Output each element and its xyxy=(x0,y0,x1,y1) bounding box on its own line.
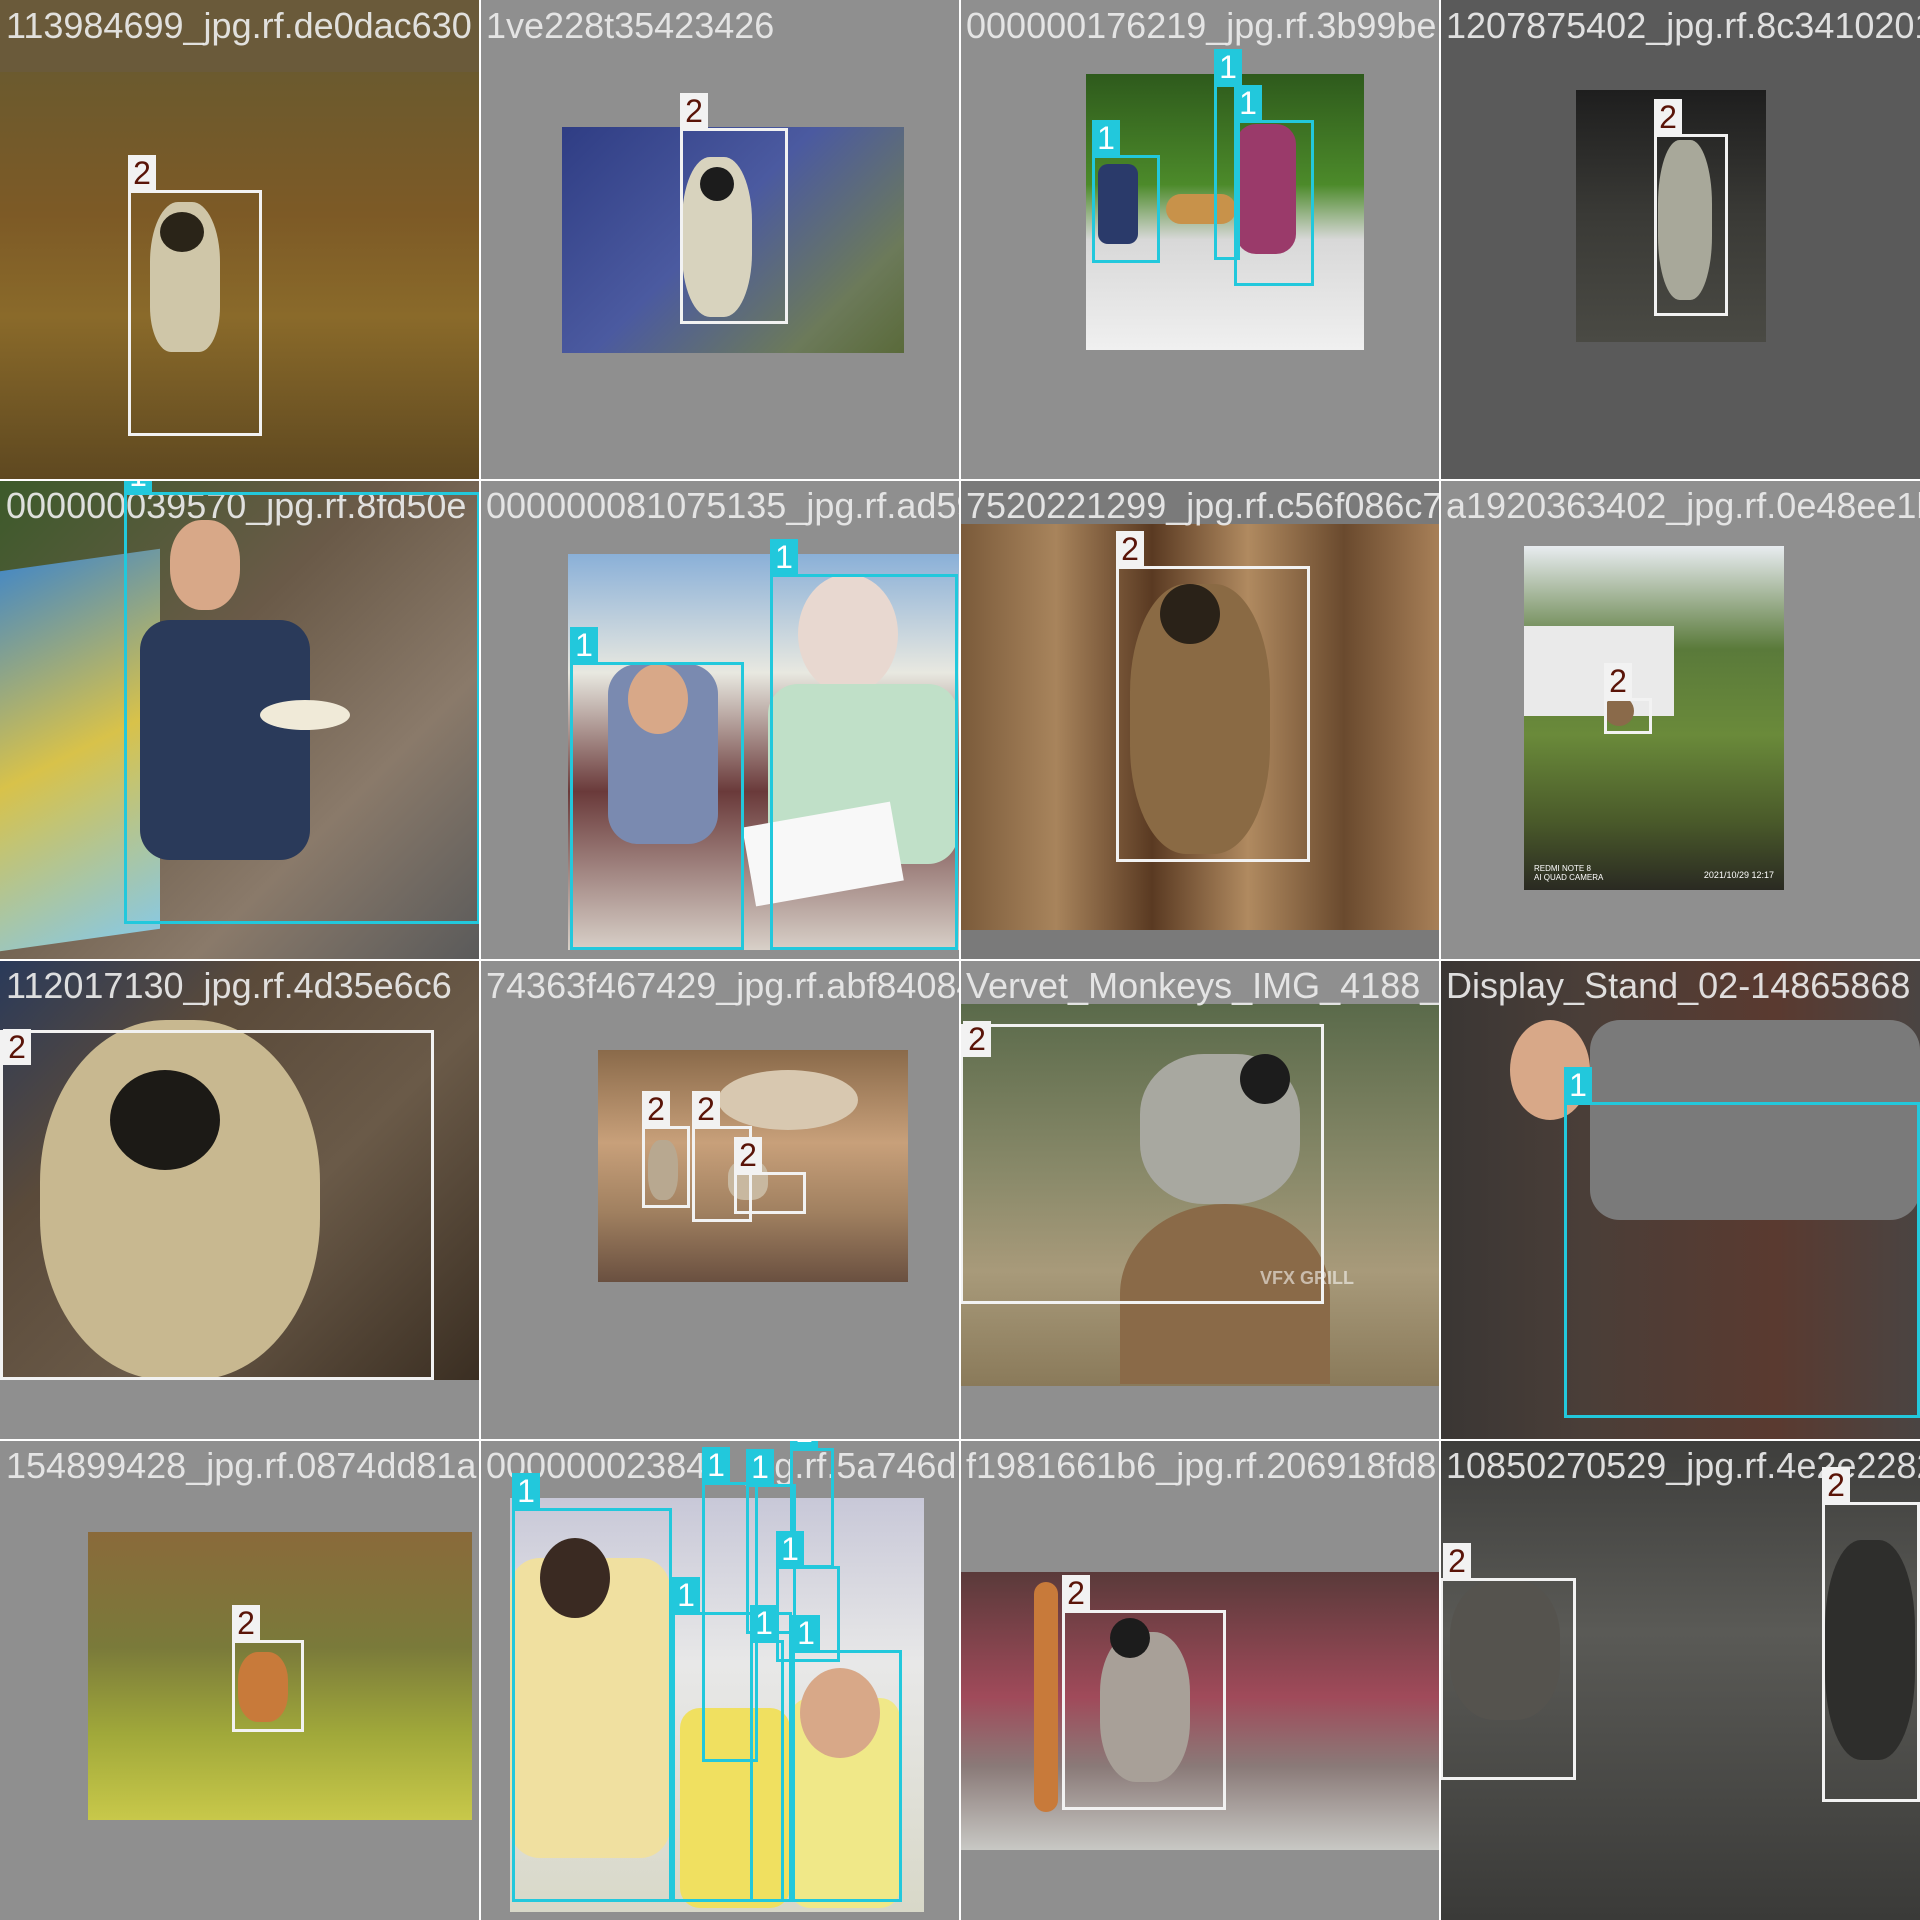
bbox-monkey[interactable]: 2 xyxy=(128,155,262,436)
bbox-monkey[interactable]: 2 xyxy=(232,1605,304,1732)
bbox-monkey[interactable]: 2 xyxy=(960,1021,1324,1304)
tile-154899428[interactable]: 154899428_jpg.rf.0874dd81a 2 xyxy=(0,1440,480,1920)
bbox-monkey[interactable]: 2 xyxy=(734,1137,806,1214)
bbox-label: 2 xyxy=(734,1137,762,1173)
bbox-label: 2 xyxy=(232,1605,260,1641)
bbox-person[interactable]: 1 xyxy=(124,480,480,924)
tile-filename: 000000176219_jpg.rf.3b99be xyxy=(966,5,1437,46)
image-mosaic: 113984699_jpg.rf.de0dac630 2 1ve228t3542… xyxy=(0,0,1920,1920)
bbox-label: 1 xyxy=(776,1531,804,1567)
tile-000000081075135[interactable]: 000000081075135_jpg.rf.ad597 1 1 xyxy=(480,480,960,960)
tile-a1920363402[interactable]: REDMI NOTE 8 AI QUAD CAMERA 2021/10/29 1… xyxy=(1440,480,1920,960)
tile-1207875402[interactable]: 1207875402_jpg.rf.8c3410201 2 xyxy=(1440,0,1920,480)
tile-filename: 74363f467429_jpg.rf.abf84084 xyxy=(486,965,960,1006)
tile-74363f467429[interactable]: 74363f467429_jpg.rf.abf84084 2 2 2 xyxy=(480,960,960,1440)
tile-filename: Display_Stand_02-14865868 xyxy=(1446,965,1911,1006)
bbox-person[interactable]: 1 xyxy=(1564,1067,1920,1418)
bbox-label: 1 xyxy=(1234,85,1262,121)
bbox-label: 1 xyxy=(1564,1067,1592,1103)
tile-filename: 154899428_jpg.rf.0874dd81a xyxy=(6,1445,477,1486)
tile-filename: 1ve228t35423426 xyxy=(486,5,775,46)
camera-model-text: REDMI NOTE 8 xyxy=(1534,864,1591,873)
bbox-label: 2 xyxy=(963,1021,991,1057)
tile-f1981661b6[interactable]: f1981661b6_jpg.rf.206918fd8 2 xyxy=(960,1440,1440,1920)
tile-10850270529[interactable]: 10850270529_jpg.rf.4e2e2282 2 2 xyxy=(1440,1440,1920,1920)
bbox-monkey[interactable]: 2 xyxy=(1116,531,1310,862)
bbox-monkey[interactable]: 2 xyxy=(1822,1467,1920,1802)
tile-filename: Vervet_Monkeys_IMG_4188_JPG xyxy=(966,965,1440,1006)
bbox-label: 2 xyxy=(1654,99,1682,135)
bbox-label: 1 xyxy=(702,1447,730,1483)
grid-divider xyxy=(0,479,1920,481)
tile-filename: 000000081075135_jpg.rf.ad597 xyxy=(486,485,960,526)
bbox-label: 1 xyxy=(770,539,798,575)
bbox-label: 2 xyxy=(3,1029,31,1065)
camera-watermark: REDMI NOTE 8 AI QUAD CAMERA xyxy=(1534,864,1603,882)
bbox-monkey[interactable]: 2 xyxy=(1654,99,1728,316)
tile-filename: 1207875402_jpg.rf.8c3410201 xyxy=(1446,5,1920,46)
bbox-label: 1 xyxy=(1092,120,1120,156)
bbox-label: 1 xyxy=(570,627,598,663)
tile-7520221299[interactable]: 7520221299_jpg.rf.c56f086c7 2 xyxy=(960,480,1440,960)
bbox-person[interactable]: 1 xyxy=(1092,120,1160,263)
bbox-person[interactable]: 1 xyxy=(792,1615,902,1902)
photo-timestamp: 2021/10/29 12:17 xyxy=(1703,870,1774,880)
bbox-person[interactable]: 1 xyxy=(512,1473,672,1902)
camera-sub-text: AI QUAD CAMERA xyxy=(1534,873,1604,882)
grid-divider xyxy=(0,959,1920,961)
tile-000000023844[interactable]: 000000023844_jpg.rf.5a746d 1 1 1 1 1 1 1… xyxy=(480,1440,960,1920)
bbox-monkey[interactable]: 2 xyxy=(1062,1575,1226,1810)
bbox-monkey[interactable]: 2 xyxy=(1440,1543,1576,1780)
bbox-label: 2 xyxy=(1822,1467,1850,1503)
bbox-label: 1 xyxy=(124,480,152,493)
bbox-monkey[interactable]: 2 xyxy=(1604,663,1652,734)
bbox-label: 2 xyxy=(1604,663,1632,699)
tile-1ve228t[interactable]: 1ve228t35423426 2 xyxy=(480,0,960,480)
bbox-label: 1 xyxy=(750,1605,778,1641)
grid-divider xyxy=(0,1439,1920,1441)
bbox-label: 2 xyxy=(1116,531,1144,567)
tile-112017130[interactable]: 112017130_jpg.rf.4d35e6c6 2 xyxy=(0,960,480,1440)
bbox-label: 2 xyxy=(128,155,156,191)
tile-113984699[interactable]: 113984699_jpg.rf.de0dac630 2 xyxy=(0,0,480,480)
bbox-label: 1 xyxy=(672,1577,700,1613)
bbox-label: 1 xyxy=(746,1449,774,1485)
bbox-label: 2 xyxy=(1443,1543,1471,1579)
tile-000000176219[interactable]: 000000176219_jpg.rf.3b99be 1 1 1 xyxy=(960,0,1440,480)
bbox-person[interactable]: 1 xyxy=(570,627,744,950)
tile-filename: 113984699_jpg.rf.de0dac630 xyxy=(6,5,472,46)
bbox-monkey[interactable]: 2 xyxy=(0,1029,434,1380)
bbox-label: 1 xyxy=(1214,49,1242,85)
tile-vervet-monkeys[interactable]: VFX GRILL Vervet_Monkeys_IMG_4188_JPG 2 xyxy=(960,960,1440,1440)
bbox-monkey[interactable]: 2 xyxy=(642,1091,690,1208)
bbox-label: 2 xyxy=(642,1091,670,1127)
bbox-person[interactable]: 1 xyxy=(770,539,958,950)
photo-building-garden: REDMI NOTE 8 AI QUAD CAMERA 2021/10/29 1… xyxy=(1524,546,1784,890)
tile-filename: 112017130_jpg.rf.4d35e6c6 xyxy=(6,965,452,1006)
bbox-label: 1 xyxy=(790,1440,818,1449)
bbox-person[interactable]: 1 xyxy=(750,1605,784,1902)
bbox-label: 2 xyxy=(680,93,708,129)
tile-000000039570[interactable]: 000000039570_jpg.rf.8fd50e 1 xyxy=(0,480,480,960)
tile-filename: a1920363402_jpg.rf.0e48ee1b xyxy=(1446,485,1920,526)
bbox-label: 2 xyxy=(1062,1575,1090,1611)
bbox-label: 1 xyxy=(512,1473,540,1509)
tile-filename: f1981661b6_jpg.rf.206918fd8 xyxy=(966,1445,1437,1486)
bbox-label: 1 xyxy=(792,1615,820,1651)
bbox-person[interactable]: 1 xyxy=(1234,85,1314,286)
tile-display-stand[interactable]: Display_Stand_02-14865868 1 xyxy=(1440,960,1920,1440)
bbox-monkey[interactable]: 2 xyxy=(680,93,788,324)
bbox-label: 2 xyxy=(692,1091,720,1127)
tile-filename: 7520221299_jpg.rf.c56f086c7 xyxy=(966,485,1440,526)
